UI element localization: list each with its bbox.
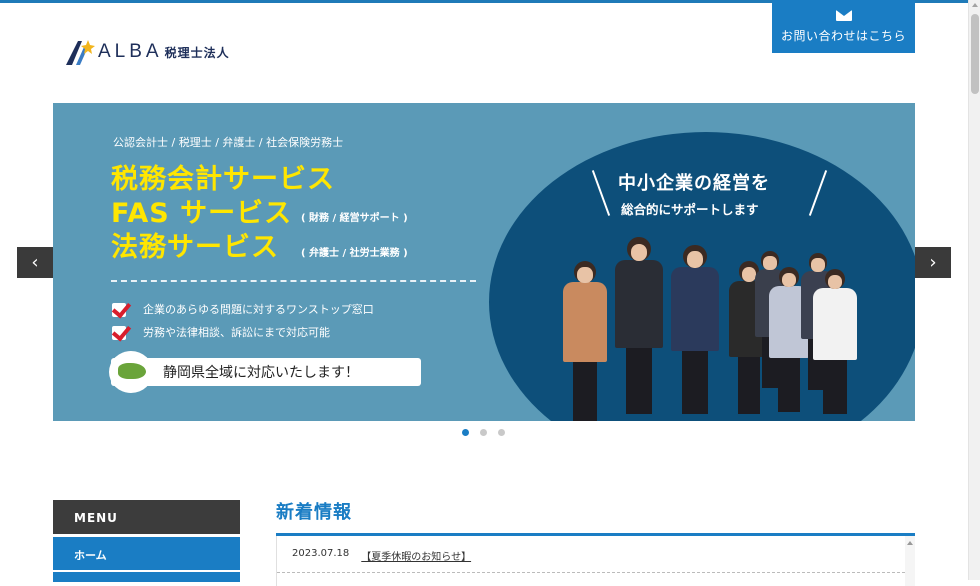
slide-region-banner: 静岡県全域に対応いたします！ <box>111 358 421 386</box>
news-separator <box>277 572 905 573</box>
page-scrollbar[interactable] <box>968 0 980 580</box>
slide-circle-subtitle: 総合的にサポートします <box>621 202 759 217</box>
slide-check-text: 企業のあらゆる問題に対するワンストップ窓口 <box>143 303 374 316</box>
news-link[interactable]: 【夏季休暇のお知らせ】 <box>361 548 471 563</box>
slider-next-button[interactable]: › <box>915 247 951 278</box>
slider-prev-button[interactable]: ‹ <box>17 247 53 278</box>
alba-logo-icon <box>66 40 95 65</box>
slide-circle-title: 中小企業の経営を <box>618 173 770 194</box>
logo-subtitle: 税理士法人 <box>164 45 230 60</box>
menu-item-next[interactable] <box>53 572 240 582</box>
logo-text: ALBA <box>98 41 163 62</box>
news-list: 2023.07.18 【夏季休暇のお知らせ】 <box>276 536 915 586</box>
contact-button[interactable]: お問い合わせはこちら <box>772 0 915 53</box>
slide-check-item: 企業のあらゆる問題に対するワンストップ窓口 <box>111 300 374 318</box>
slide-divider <box>111 280 476 282</box>
contact-button-label: お問い合わせはこちら <box>780 29 906 43</box>
news-scrollbar[interactable] <box>905 536 915 586</box>
news-heading: 新着情報 <box>276 502 352 523</box>
slide-headline-3: 法務サービス <box>111 232 279 263</box>
slide-headline-2-sub: ( 財務 / 経営サポート ) <box>301 213 408 224</box>
mail-icon <box>835 10 852 21</box>
checkmark-icon <box>111 323 133 341</box>
slide-check-item: 労務や法律相談、訴訟にまで対応可能 <box>111 323 330 341</box>
news-date: 2023.07.18 <box>292 548 350 559</box>
scrollbar-thumb[interactable] <box>971 14 979 94</box>
site-logo[interactable]: ALBA 税理士法人 <box>64 36 230 68</box>
news-item: 2023.07.18 【夏季休暇のお知らせ】 <box>292 548 471 563</box>
scroll-up-arrow-icon[interactable] <box>972 3 978 7</box>
slide-region-text: 静岡県全域に対応いたします！ <box>163 365 359 381</box>
slide-headline-3-sub: ( 弁護士 / 社労士業務 ) <box>301 248 408 259</box>
slide-check-text: 労務や法律相談、訴訟にまで対応可能 <box>143 326 330 339</box>
slide-qualifications: 公認会計士 / 税理士 / 弁護士 / 社会保険労務士 <box>113 136 344 149</box>
slider-dot[interactable] <box>480 429 487 436</box>
checkmark-icon <box>111 300 133 318</box>
menu-heading: MENU <box>53 500 240 534</box>
menu-item-home[interactable]: ホーム <box>53 537 240 570</box>
hero-slider[interactable]: 公認会計士 / 税理士 / 弁護士 / 社会保険労務士 税務会計サービス FAS… <box>53 103 915 421</box>
slider-dots <box>462 429 505 436</box>
slider-dot[interactable] <box>462 429 469 436</box>
shizuoka-map-icon <box>109 351 153 393</box>
slider-dot[interactable] <box>498 429 505 436</box>
